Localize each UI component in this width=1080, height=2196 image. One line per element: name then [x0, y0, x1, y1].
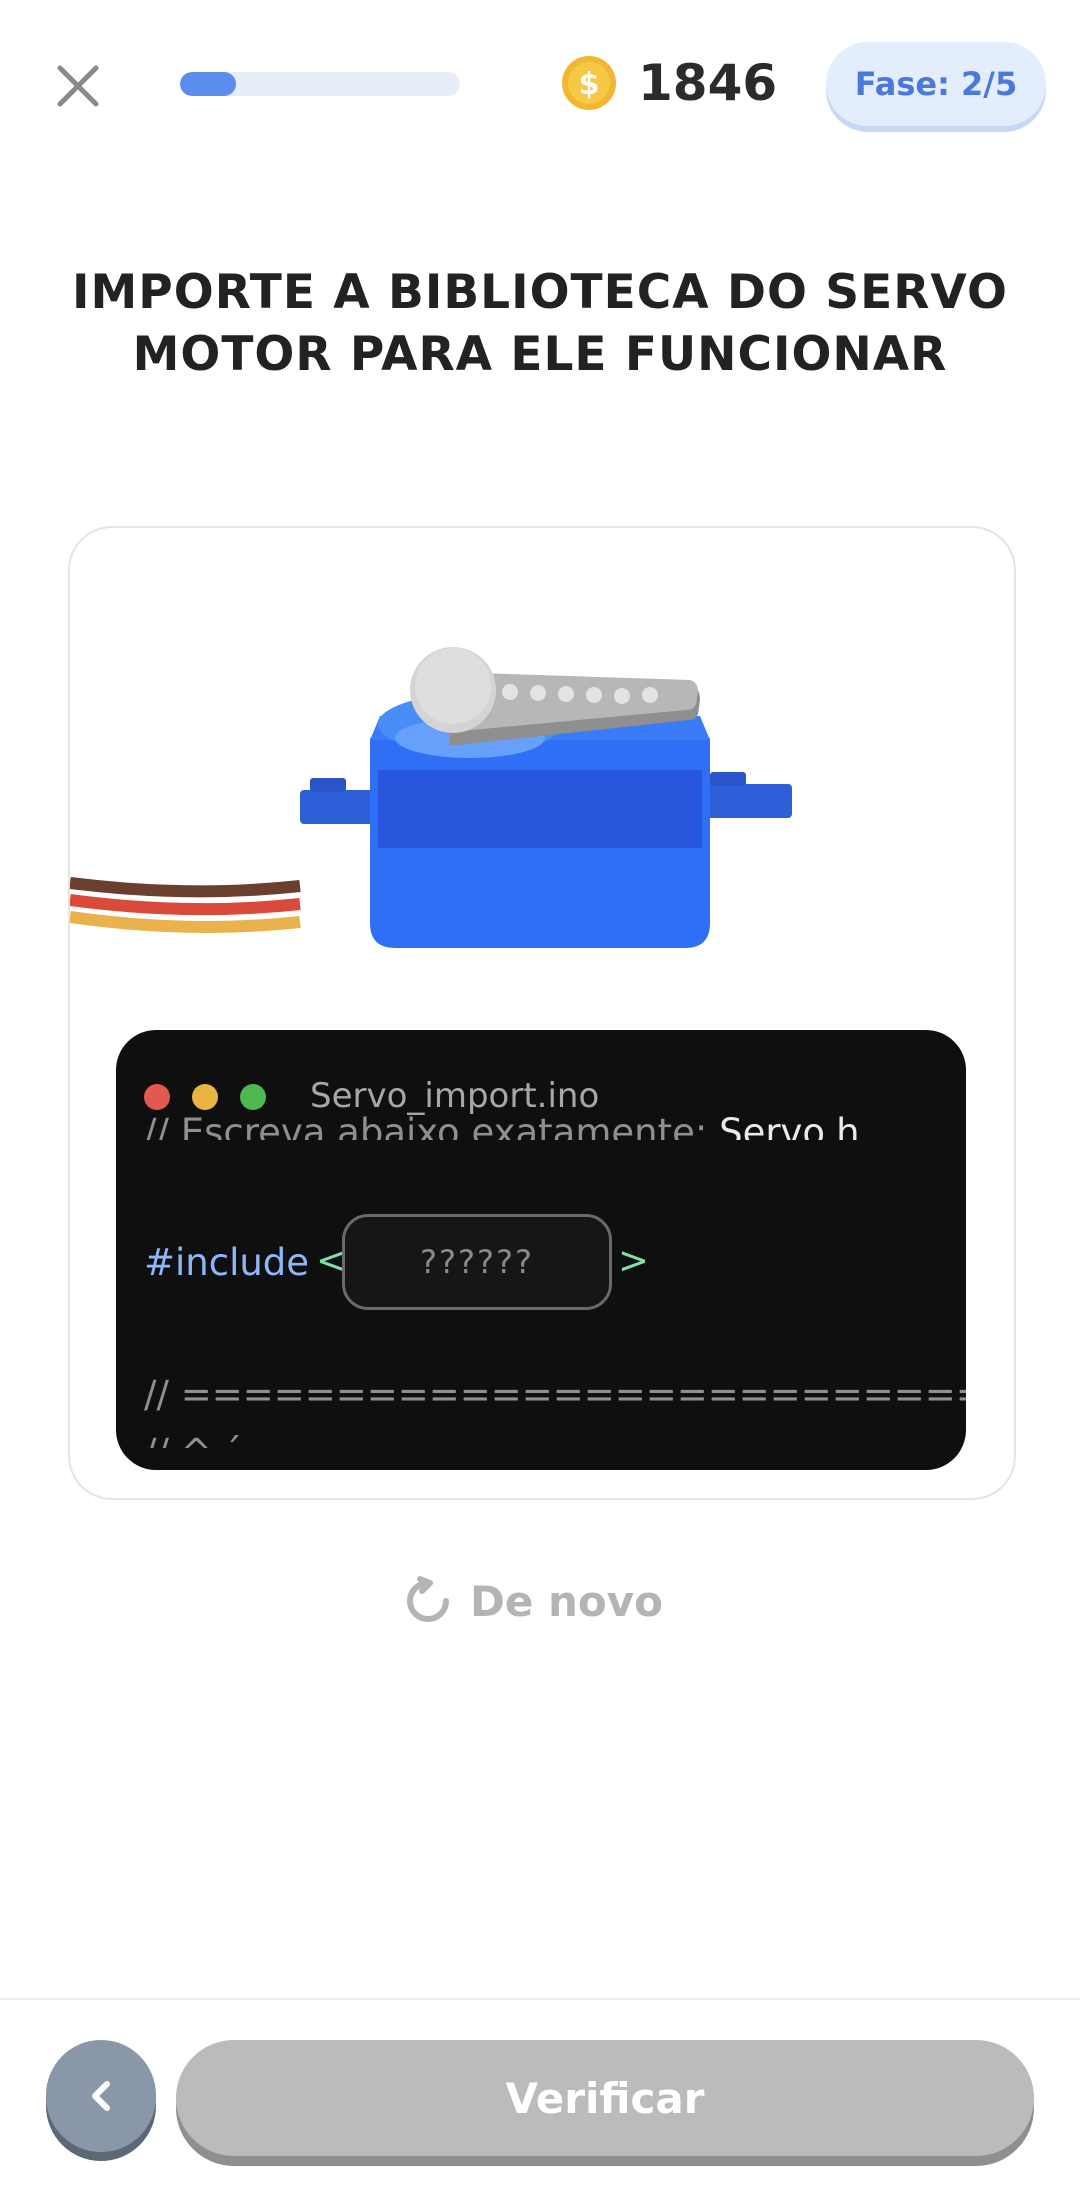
coin-icon: $ — [560, 54, 618, 112]
retry-button[interactable]: De novo — [400, 1568, 663, 1634]
coin-count: 1846 — [638, 54, 778, 112]
footer-divider — [0, 1998, 1080, 2000]
library-answer-input[interactable]: ?????? — [342, 1214, 612, 1310]
title-line-1: IMPORTE A BIBLIOTECA DO SERVO — [72, 265, 1008, 320]
window-minimize-dot — [192, 1084, 218, 1110]
retry-label: De novo — [470, 1576, 663, 1626]
comment-highlight: Servo.h — [719, 1111, 860, 1140]
chevron-left-icon — [92, 2081, 110, 2111]
code-editor: Servo_import.ino // Escreva abaixo exata… — [116, 1030, 966, 1470]
comment-text: // Escreva abaixo exatamente: — [144, 1111, 708, 1140]
progress-fill — [180, 72, 236, 96]
close-button[interactable] — [48, 56, 108, 116]
code-cut-line: // ^ ´ — [144, 1428, 242, 1448]
include-keyword: #include — [144, 1241, 310, 1284]
back-button[interactable] — [46, 2040, 156, 2152]
page-title: IMPORTE A BIBLIOTECA DO SERVO MOTOR PARA… — [60, 262, 1020, 386]
exercise-card: Servo_import.ino // Escreva abaixo exata… — [68, 526, 1016, 1500]
code-comment-instruction: // Escreva abaixo exatamente: Servo.h — [144, 1108, 860, 1140]
close-icon — [57, 65, 99, 107]
window-maximize-dot — [240, 1084, 266, 1110]
fase-badge[interactable]: Fase: 2/5 — [826, 42, 1046, 126]
progress-bar — [180, 72, 460, 96]
verify-button[interactable]: Verificar — [176, 2040, 1034, 2156]
code-separator: // ========================== — [144, 1373, 966, 1416]
servo-motor-illustration — [70, 647, 792, 948]
svg-text:$: $ — [579, 67, 600, 102]
refresh-icon — [407, 1576, 449, 1622]
window-close-dot — [144, 1084, 170, 1110]
close-angle: > — [618, 1239, 650, 1282]
title-line-2: MOTOR PARA ELE FUNCIONAR — [132, 327, 948, 382]
